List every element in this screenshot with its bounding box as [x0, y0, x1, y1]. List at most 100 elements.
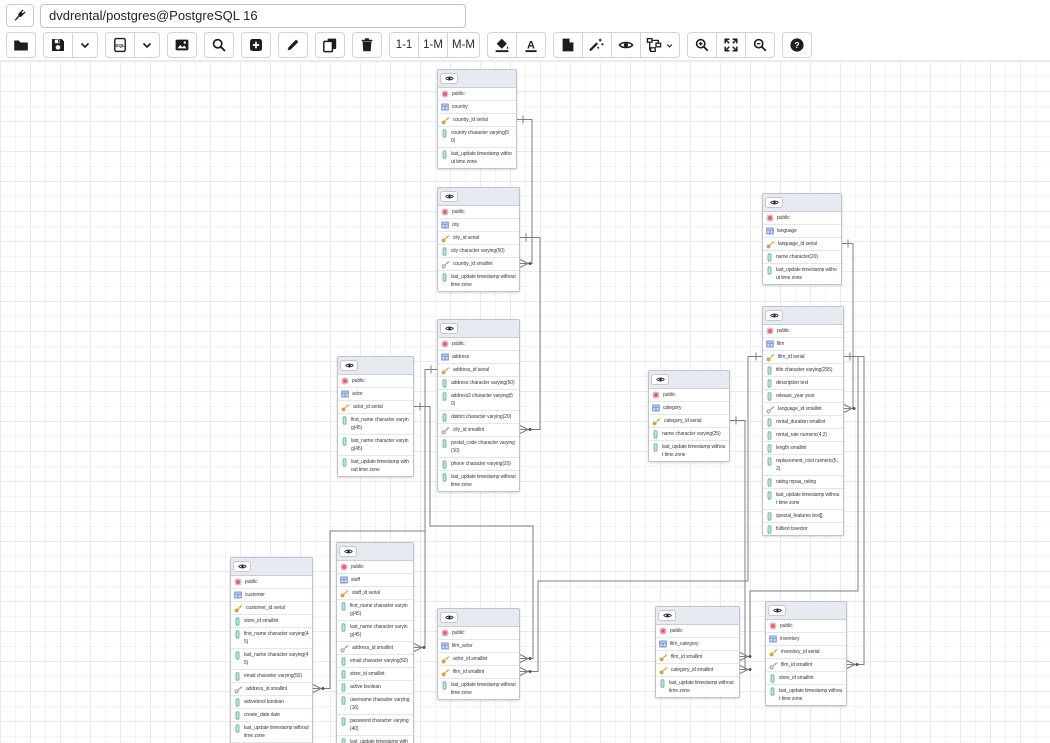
entity-actor[interactable]: publicactoractor_id serialfirst_name cha… [337, 356, 414, 477]
column-icon [441, 247, 448, 255]
download-image-button[interactable] [167, 32, 197, 58]
column-row: length smallint [763, 442, 843, 455]
foreign-key-icon [234, 685, 243, 693]
entity-details-button[interactable] [340, 360, 358, 371]
row-label: fulltext tsvector [776, 525, 840, 533]
column-row: country_id smallint [438, 258, 519, 271]
entity-film[interactable]: publicfilmfilm_id serialtitle character … [762, 306, 844, 536]
column-row: category_id smallint [656, 664, 739, 677]
one-to-many-button[interactable]: 1-M [418, 32, 448, 58]
save-dropdown-button[interactable] [72, 32, 98, 58]
row-label: description text [776, 379, 840, 387]
chevron-icon [77, 37, 93, 53]
entity-address[interactable]: publicaddressaddress_id serialaddress ch… [437, 319, 520, 492]
addtable-icon [248, 37, 264, 53]
entity-inventory[interactable]: publicinventoryinventory_id serialfilm_i… [765, 601, 847, 706]
entity-country[interactable]: publiccountrycountry_id serialcountry ch… [437, 69, 517, 169]
save-project-button[interactable] [43, 32, 73, 58]
fill-color-button[interactable] [487, 32, 517, 58]
search-button[interactable] [204, 32, 234, 58]
note-icon [560, 37, 576, 53]
entity-details-button[interactable] [651, 374, 669, 385]
entity-film_category[interactable]: publicfilm_categoryfilm_id smallintcateg… [655, 606, 740, 698]
erd-canvas[interactable]: publiccountrycountry_id serialcountry ch… [0, 60, 1050, 743]
entity-details-button[interactable] [658, 610, 676, 621]
row-label: last_name character varying(45) [350, 623, 410, 639]
add-note-button[interactable] [553, 32, 583, 58]
trash-icon [359, 37, 375, 53]
entity-header [763, 194, 841, 212]
title-bar [0, 0, 1050, 28]
help-icon: ? [789, 37, 805, 53]
help-button[interactable]: ? [782, 32, 812, 58]
entity-details-button[interactable] [440, 323, 458, 334]
column-icon [766, 431, 773, 439]
sql-dropdown-button[interactable] [134, 32, 160, 58]
column-row: rating mpaa_rating [763, 476, 843, 489]
text-color-button[interactable]: A [516, 32, 546, 58]
entity-customer[interactable]: publiccustomercustomer_id serialstore_id… [230, 557, 313, 743]
connection-title-input[interactable] [40, 4, 466, 28]
zoom-to-fit-button[interactable] [716, 32, 746, 58]
row-label: store_id smallint [350, 670, 410, 678]
edit-table-button[interactable] [278, 32, 308, 58]
erd-toolbar: SQL 1-11-MM-M A? [0, 28, 1050, 60]
open-project-button[interactable] [6, 32, 36, 58]
schema-icon [769, 622, 777, 630]
one-to-one-button[interactable]: 1-1 [389, 32, 419, 58]
entity-film_actor[interactable]: publicfilm_actoractor_id smallintfilm_id… [437, 608, 520, 700]
show-details-button[interactable] [611, 32, 641, 58]
row-label: name character(20) [776, 253, 838, 261]
schema-row: public [656, 625, 739, 638]
row-label: create_date date [244, 711, 309, 719]
row-label: email character varying(50) [350, 657, 410, 665]
sqlfile-icon: SQL [112, 37, 128, 53]
entity-details-button[interactable] [765, 310, 783, 321]
entity-details-button[interactable] [339, 546, 357, 557]
column-row: last_name character varying(45) [338, 435, 413, 456]
change-layout-button[interactable] [640, 32, 680, 58]
entity-staff[interactable]: publicstaffstaff_id serialfirst_name cha… [336, 542, 414, 743]
column-row: postal_code character varying(10) [438, 437, 519, 458]
schema-icon [441, 208, 449, 216]
row-label: public [452, 340, 516, 348]
schema-icon [234, 578, 242, 586]
zoom-out-button[interactable] [745, 32, 775, 58]
entity-details-button[interactable] [233, 561, 251, 572]
many-to-many-button[interactable]: M-M [447, 32, 480, 58]
schema-row: public [338, 375, 413, 388]
connection-button[interactable] [6, 4, 34, 27]
column-icon [234, 698, 241, 706]
column-icon [340, 683, 347, 691]
column-icon [441, 129, 448, 137]
entity-language[interactable]: publiclanguagelanguage_id serialname cha… [762, 193, 842, 285]
entity-details-button[interactable] [440, 612, 458, 623]
generate-sql-button[interactable]: SQL [105, 32, 135, 58]
chevron-down-icon [664, 40, 675, 51]
table-icon [441, 353, 449, 361]
clone-table-button[interactable] [315, 32, 345, 58]
row-label: public [452, 90, 513, 98]
entity-category[interactable]: publiccategorycategory_id serialname cha… [648, 370, 730, 462]
entity-header [438, 609, 519, 627]
toolbar-group [204, 32, 234, 58]
table-name-row: city [438, 219, 519, 232]
column-icon [441, 460, 448, 468]
toolbar-group [6, 32, 36, 58]
primary-key-icon [341, 403, 350, 411]
add-table-button[interactable] [241, 32, 271, 58]
zoom-in-button[interactable] [687, 32, 717, 58]
entity-details-button[interactable] [768, 605, 786, 616]
auto-align-button[interactable] [582, 32, 612, 58]
entity-details-button[interactable] [440, 73, 458, 84]
zoomout-icon [752, 37, 768, 53]
schema-row: public [438, 627, 519, 640]
drop-table-button[interactable] [352, 32, 382, 58]
column-icon [441, 681, 448, 689]
row-label: category [663, 404, 726, 412]
row-label: public [351, 563, 410, 571]
entity-details-button[interactable] [765, 197, 783, 208]
column-row: film_id smallint [438, 666, 519, 679]
entity-details-button[interactable] [440, 191, 458, 202]
entity-city[interactable]: publiccitycity_id serialcity character v… [437, 187, 520, 292]
